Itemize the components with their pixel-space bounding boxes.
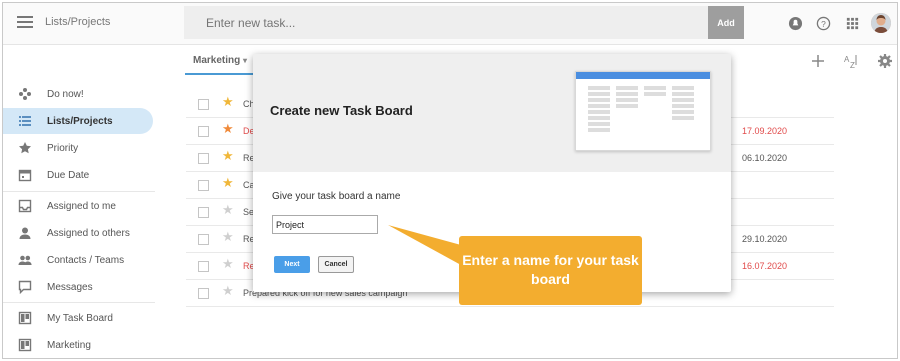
task-board-name-input[interactable] (272, 215, 378, 234)
star-icon[interactable]: ★ (222, 257, 234, 271)
callout-text: Enter a name for your task board (462, 252, 639, 287)
apps-grid-icon[interactable] (845, 16, 860, 31)
sidebar-item-priority[interactable]: Priority (3, 135, 153, 161)
task-checkbox[interactable] (198, 180, 209, 191)
add-icon[interactable] (810, 53, 826, 69)
sidebar-item-do-now[interactable]: Do now! (3, 81, 153, 107)
next-button[interactable]: Next (274, 256, 310, 273)
dialog-prompt: Give your task board a name (272, 191, 401, 202)
calendar-icon (18, 169, 32, 182)
board-icon (18, 311, 32, 325)
task-due-date: 06.10.2020 (742, 153, 788, 163)
tab-label: Marketing (193, 55, 241, 66)
list-icon (19, 116, 31, 126)
sidebar-item-label: Due Date (47, 169, 90, 181)
notification-icon[interactable] (788, 16, 803, 31)
tab-marketing[interactable]: Marketing ▾ (185, 49, 253, 75)
star-icon[interactable]: ★ (222, 95, 234, 109)
help-icon[interactable]: ? (816, 16, 831, 31)
task-checkbox[interactable] (198, 261, 209, 272)
star-icon[interactable]: ★ (222, 176, 234, 190)
sidebar-item-messages[interactable]: Messages (3, 274, 153, 300)
sidebar-item-lists-projects[interactable]: Lists/Projects (3, 108, 153, 134)
top-bar: Lists/Projects Add ? (3, 3, 897, 45)
sidebar-item-label: Contacts / Teams (47, 254, 125, 266)
chat-icon (18, 280, 32, 294)
menu-icon[interactable] (17, 16, 33, 28)
user-avatar[interactable] (871, 13, 891, 33)
new-task-input[interactable] (184, 6, 708, 39)
task-checkbox[interactable] (198, 288, 209, 299)
sidebar-item-due-date[interactable]: Due Date (3, 162, 153, 188)
star-icon[interactable]: ★ (222, 203, 234, 217)
dialog-header: Create new Task Board (253, 54, 731, 172)
sidebar-item-my-task-board[interactable]: My Task Board (3, 305, 153, 331)
sidebar-item-assigned-to-others[interactable]: Assigned to others (3, 220, 153, 246)
sidebar-item-marketing[interactable]: Marketing (3, 332, 153, 358)
sidebar-item-label: Lists/Projects (47, 115, 113, 127)
board-icon (18, 338, 32, 352)
svg-text:?: ? (821, 19, 826, 29)
sidebar-item-label: My Task Board (47, 312, 113, 324)
person-icon (19, 227, 31, 239)
dialog-title: Create new Task Board (270, 103, 413, 118)
task-due-date: 29.10.2020 (742, 234, 788, 244)
sort-az-icon[interactable]: AZ (843, 53, 859, 69)
task-checkbox[interactable] (198, 207, 209, 218)
sidebar-item-label: Do now! (47, 88, 84, 100)
task-checkbox[interactable] (198, 153, 209, 164)
sidebar-item-label: Assigned to me (47, 200, 116, 212)
sidebar-item-contacts-teams[interactable]: Contacts / Teams (3, 247, 153, 273)
star-icon[interactable]: ★ (222, 230, 234, 244)
inbox-icon (18, 199, 32, 213)
svg-text:Z: Z (850, 61, 855, 69)
task-checkbox[interactable] (198, 99, 209, 110)
task-checkbox[interactable] (198, 126, 209, 137)
settings-gear-icon[interactable] (877, 53, 893, 69)
cancel-button[interactable]: Cancel (318, 256, 354, 273)
task-due-date: 17.09.2020 (742, 126, 788, 136)
tooltip-callout: Enter a name for your task board (459, 236, 642, 305)
task-checkbox[interactable] (198, 234, 209, 245)
task-due-date: 16.07.2020 (742, 261, 788, 271)
sidebar-divider (3, 191, 155, 192)
star-icon[interactable]: ★ (222, 122, 234, 136)
sidebar-divider (3, 302, 155, 303)
chevron-down-icon[interactable]: ▾ (243, 56, 247, 65)
task-board-preview-image (575, 71, 711, 151)
app-title: Lists/Projects (45, 16, 111, 28)
star-icon (19, 142, 31, 154)
sidebar-item-label: Assigned to others (47, 227, 130, 239)
sidebar-item-label: Messages (47, 281, 93, 293)
add-task-button[interactable]: Add (708, 6, 744, 39)
sidebar: Do now! Lists/Projects Priority Due Date… (3, 46, 155, 358)
star-icon[interactable]: ★ (222, 284, 234, 298)
people-icon (18, 255, 32, 265)
star-icon[interactable]: ★ (222, 149, 234, 163)
sidebar-item-label: Priority (47, 142, 79, 154)
sidebar-item-assigned-to-me[interactable]: Assigned to me (3, 193, 153, 219)
app-window: Lists/Projects Add ? Do now! Lists/Pro (2, 2, 898, 359)
gamepad-icon (19, 88, 31, 100)
sidebar-item-label: Marketing (47, 339, 91, 351)
